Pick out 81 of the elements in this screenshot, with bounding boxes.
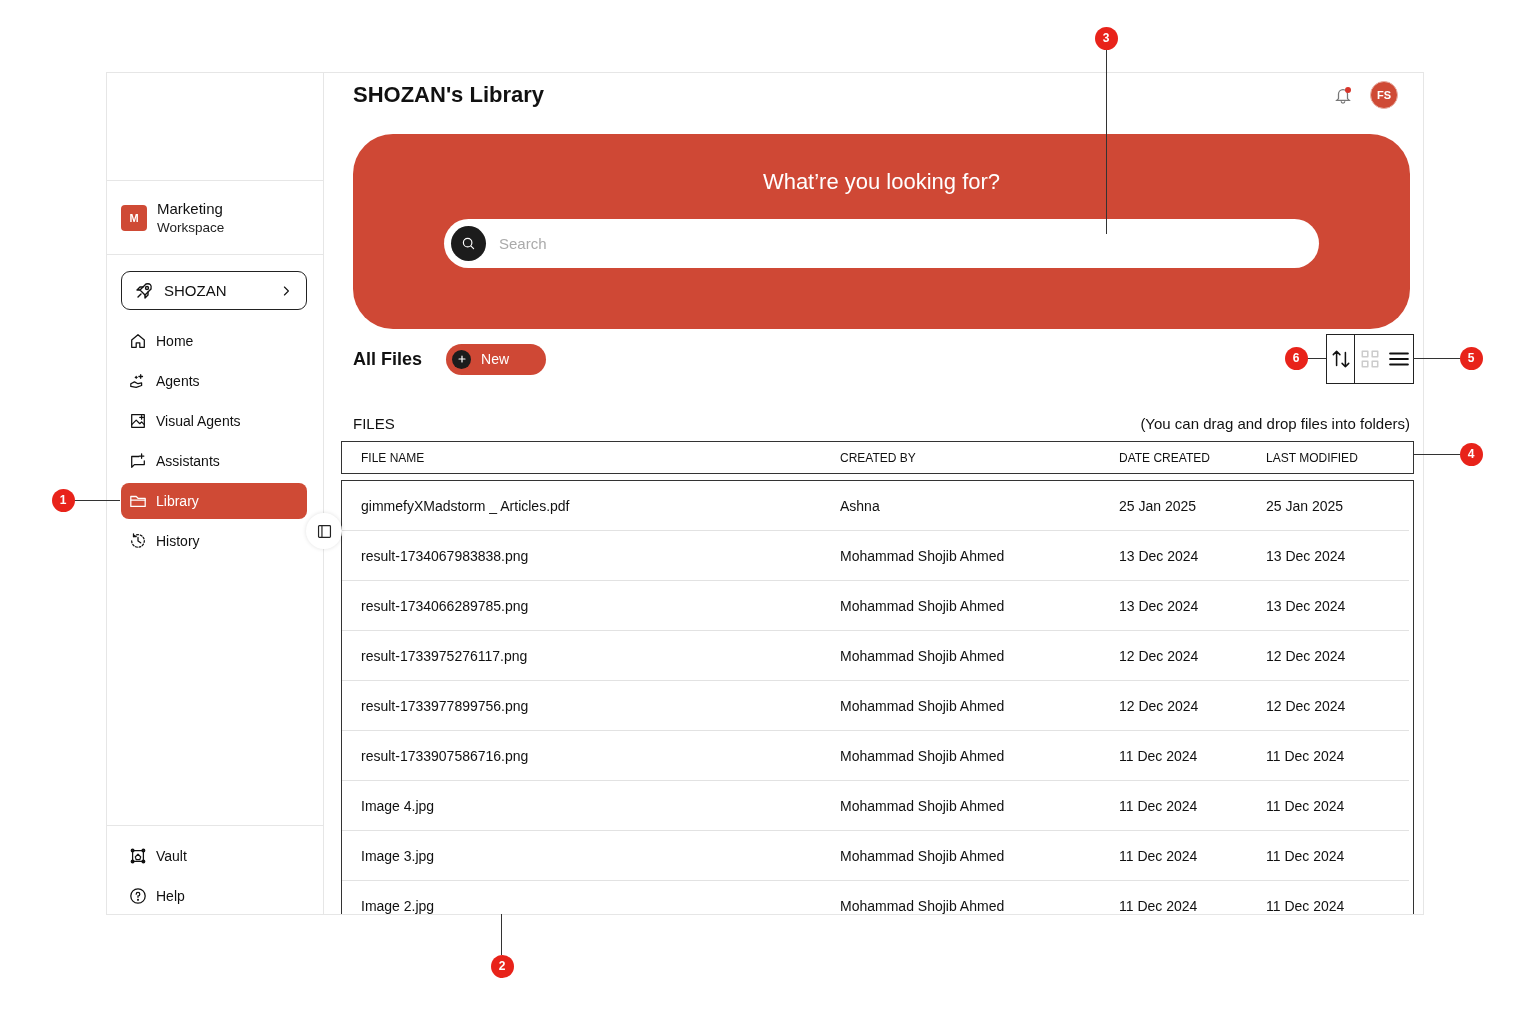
- workspace-subtitle: Workspace: [157, 220, 225, 235]
- table-cell-text: Mohammad Shojib Ahmed: [840, 697, 1006, 714]
- table-cell-text: Mohammad Shojib Ahmed: [840, 647, 1006, 664]
- table-cell-text: Ashna: [840, 497, 881, 514]
- nav-item[interactable]: Vault: [121, 838, 307, 874]
- table-cell-text: Mohammad Shojib Ahmed: [840, 847, 1006, 864]
- callout-number: 4: [1459, 442, 1483, 466]
- table-cell-text: Image 3.jpg: [361, 847, 436, 864]
- table-cell-text: 12 Dec 2024: [1119, 697, 1200, 714]
- nav-item[interactable]: Agents: [121, 363, 307, 399]
- table-cell-text: 11 Dec 2024: [1266, 897, 1346, 914]
- callout-number: 6: [1284, 346, 1308, 370]
- nav-item[interactable]: Help: [121, 878, 307, 914]
- table-cell-text: 13 Dec 2024: [1119, 597, 1200, 614]
- nav-item[interactable]: Visual Agents: [121, 403, 307, 439]
- table-cell-text: 12 Dec 2024: [1266, 647, 1347, 664]
- workspace-name: Marketing: [157, 200, 224, 217]
- table-cell-text: 11 Dec 2024: [1119, 797, 1199, 814]
- leader-line: [501, 914, 502, 955]
- column-header: FILE NAME: [361, 450, 426, 465]
- callout-number: 5: [1459, 346, 1483, 370]
- page-title: SHOZAN's Library: [353, 82, 546, 108]
- column-header: LAST MODIFIED: [1266, 450, 1359, 465]
- table-cell-text: 25 Jan 2025: [1119, 497, 1198, 514]
- vault-icon: [129, 847, 147, 865]
- callout-number: 2: [490, 954, 514, 978]
- table-cell-text: Image 4.jpg: [361, 797, 436, 814]
- column-header: DATE CREATED: [1119, 450, 1211, 465]
- leader-line: [1307, 358, 1326, 359]
- table-cell-text: result-1733975276117.png: [361, 647, 529, 664]
- callout-number: 1: [51, 488, 75, 512]
- table-cell-text: Mohammad Shojib Ahmed: [840, 897, 1006, 914]
- files-label: FILES: [353, 414, 395, 434]
- search-field[interactable]: Search: [444, 219, 1319, 268]
- drag-drop-hint: (You can drag and drop files into folders): [1140, 414, 1410, 434]
- sidebar-toggle-button[interactable]: [306, 513, 342, 549]
- user-avatar[interactable]: FS: [1370, 81, 1398, 109]
- table-cell-text: result-1734066289785.png: [361, 597, 530, 614]
- section-title: All Files: [353, 348, 423, 370]
- table-cell-text: Image 2.jpg: [361, 897, 436, 914]
- table-cell-text: Mohammad Shojib Ahmed: [840, 597, 1006, 614]
- home-icon: [129, 332, 147, 350]
- nav-item[interactable]: Assistants: [121, 443, 307, 479]
- table-cell-text: 13 Dec 2024: [1266, 597, 1347, 614]
- table-cell-text: 11 Dec 2024: [1266, 797, 1346, 814]
- table-cell-text: 25 Jan 2025: [1266, 497, 1345, 514]
- table-cell-text: result-1733977899756.png: [361, 697, 530, 714]
- notification-bell-icon[interactable]: [1334, 86, 1352, 104]
- workspace-avatar: M: [121, 204, 147, 231]
- nav-item[interactable]: Library: [121, 483, 307, 519]
- new-button[interactable]: New: [446, 343, 547, 375]
- leader-line: [74, 500, 120, 501]
- table-cell-text: 11 Dec 2024: [1119, 747, 1199, 764]
- table-cell-text: 11 Dec 2024: [1119, 897, 1199, 914]
- table-cell-text: Mohammad Shojib Ahmed: [840, 547, 1006, 564]
- table-cell-text: 13 Dec 2024: [1266, 547, 1347, 564]
- chat-sparkle-icon: [129, 452, 147, 470]
- table-cell-text: gimmefyXMadstorm _ Articles.pdf: [361, 497, 571, 514]
- table-cell-text: 11 Dec 2024: [1266, 747, 1346, 764]
- help-icon: [129, 887, 147, 905]
- nav-item[interactable]: History: [121, 523, 307, 559]
- table-cell-text: 12 Dec 2024: [1119, 647, 1200, 664]
- table-cell-text: result-1733907586716.png: [361, 747, 530, 764]
- history-icon: [129, 532, 147, 550]
- search-icon: [460, 235, 477, 252]
- leader-line: [1413, 358, 1460, 359]
- callout-number: 3: [1094, 26, 1118, 50]
- rocket-icon: [134, 280, 154, 301]
- column-header: CREATED BY: [840, 450, 917, 465]
- panel-icon: [315, 522, 333, 540]
- organization-button[interactable]: SHOZAN: [121, 271, 307, 310]
- table-cell-text: Mohammad Shojib Ahmed: [840, 797, 1006, 814]
- image-sparkle-icon: [129, 412, 147, 430]
- table-cell-text: 13 Dec 2024: [1119, 547, 1200, 564]
- table-cell-text: Mohammad Shojib Ahmed: [840, 747, 1006, 764]
- table-cell-text: 11 Dec 2024: [1119, 847, 1199, 864]
- banner-heading: What’re you looking for?: [762, 169, 1001, 195]
- table-cell-text: 11 Dec 2024: [1266, 847, 1346, 864]
- nav-item[interactable]: Home: [121, 323, 307, 359]
- table-cell-text: result-1734067983838.png: [361, 547, 530, 564]
- table-cell-text: 12 Dec 2024: [1266, 697, 1347, 714]
